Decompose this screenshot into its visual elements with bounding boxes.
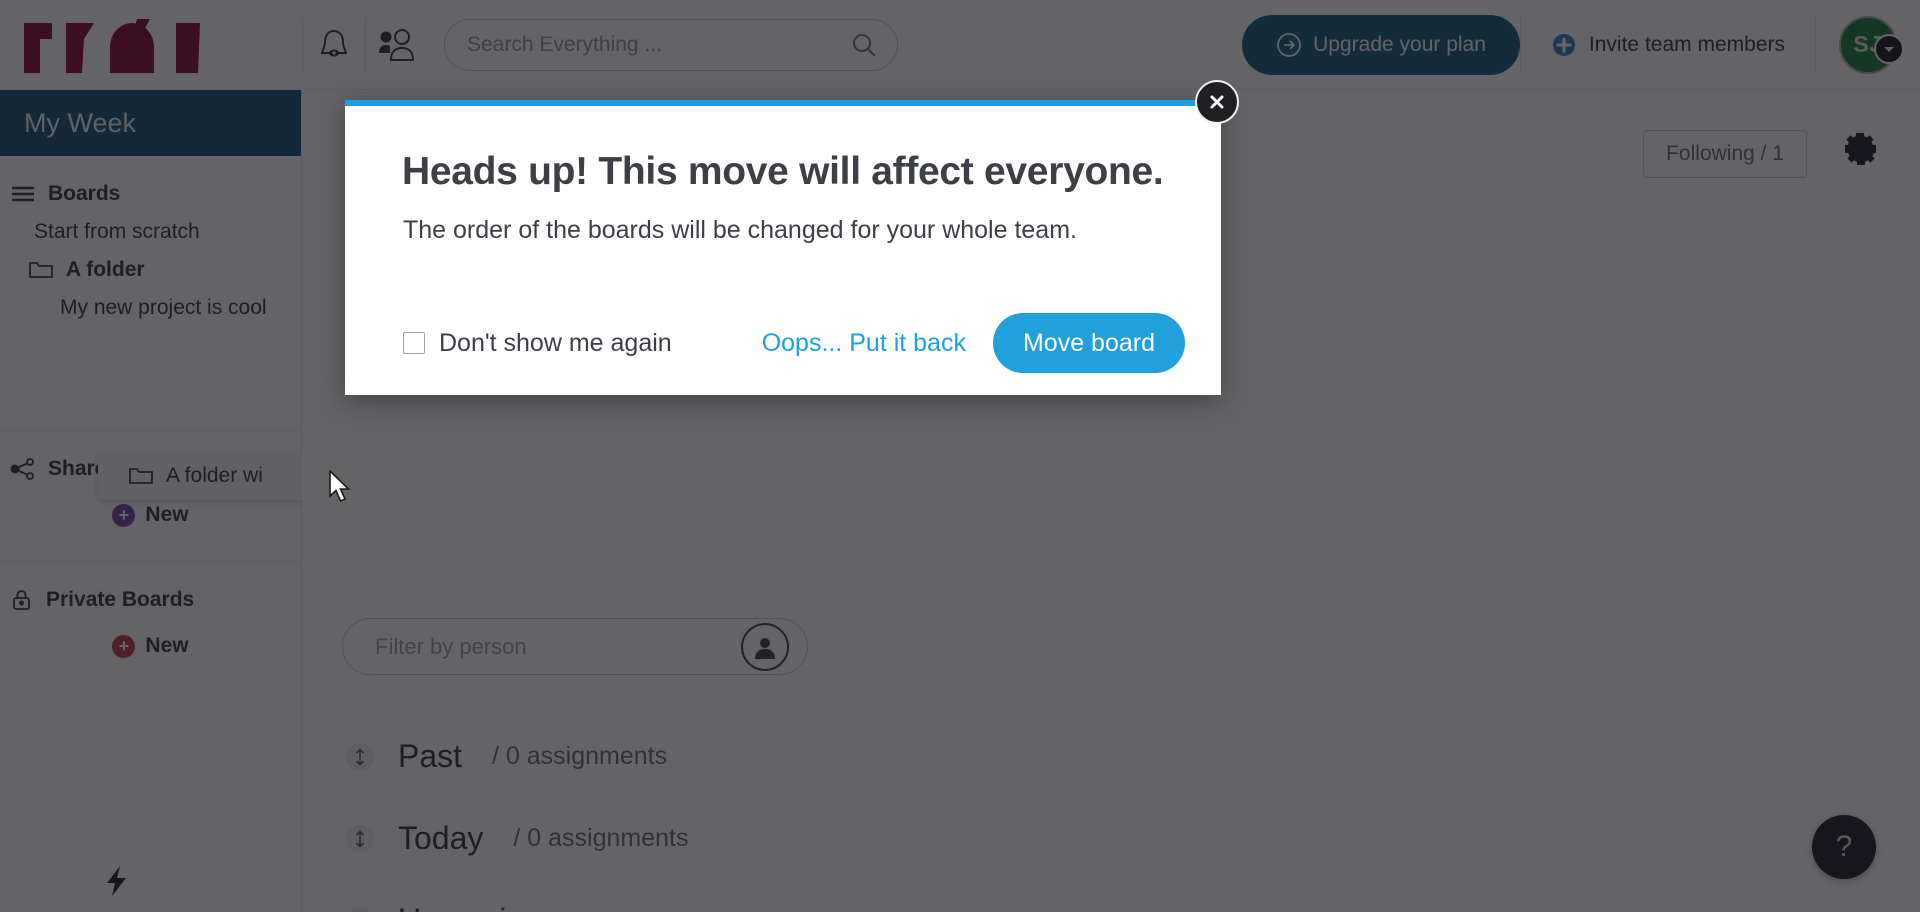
dont-show-again-checkbox[interactable]: Don't show me again (403, 329, 672, 358)
modal-close-button[interactable] (1195, 80, 1239, 124)
move-board-modal: Heads up! This move will affect everyone… (345, 100, 1221, 395)
checkbox-box[interactable] (403, 332, 425, 354)
dont-show-again-label: Don't show me again (439, 328, 672, 357)
modal-footer: Don't show me again Oops... Put it back … (345, 291, 1221, 395)
put-it-back-link[interactable]: Oops... Put it back (762, 329, 966, 358)
close-x-icon (1210, 95, 1224, 109)
modal-title: Heads up! This move will affect everyone… (402, 150, 1164, 193)
modal-subtitle: The order of the boards will be changed … (403, 216, 1077, 244)
move-board-button[interactable]: Move board (992, 313, 1185, 373)
